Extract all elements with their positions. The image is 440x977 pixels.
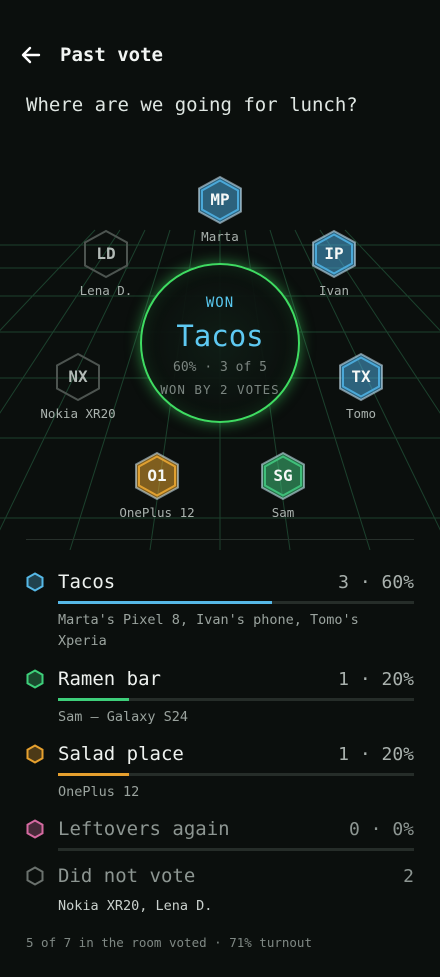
option-bar-fill xyxy=(58,601,272,604)
voter-ip[interactable]: IP Ivan xyxy=(294,229,374,298)
turnout-summary: 5 of 7 in the room voted · 71% turnout xyxy=(26,935,312,950)
option-count: 3 · 60% xyxy=(338,571,414,593)
voter-initials: SG xyxy=(273,466,293,485)
option-count: 0 · 0% xyxy=(348,818,414,840)
option-bar xyxy=(58,698,414,701)
voter-initials: O1 xyxy=(147,466,167,485)
hexagon-icon xyxy=(26,744,44,764)
voter-avatar: TX xyxy=(337,352,385,402)
hexagon-icon xyxy=(26,669,44,689)
voter-name: Nokia XR20 xyxy=(40,406,116,421)
option-row[interactable]: Salad place 1 · 20% OnePlus 12 xyxy=(26,742,414,803)
non-voters-count: 2 xyxy=(403,865,414,887)
option-bar-fill xyxy=(58,698,130,701)
voter-nx[interactable]: NX Nokia XR20 xyxy=(38,352,118,421)
option-bar-fill xyxy=(58,773,130,776)
voter-initials: IP xyxy=(324,244,344,263)
won-label: WON xyxy=(205,295,235,311)
hexagon-icon xyxy=(26,866,44,886)
option-voters: OnePlus 12 xyxy=(58,784,140,800)
voter-avatar: NX xyxy=(54,352,102,402)
non-voters-names: Nokia XR20, Lena D. xyxy=(58,898,213,914)
option-row[interactable]: Tacos 3 · 60% Marta's Pixel 8, Ivan's phon… xyxy=(26,570,414,652)
voter-avatar: LD xyxy=(82,229,130,279)
option-bar xyxy=(58,601,414,604)
voter-name: Sam xyxy=(271,505,295,520)
non-voters-label: Did not vote xyxy=(58,865,196,887)
option-row[interactable]: Ramen bar 1 · 20% Sam — Galaxy S24 xyxy=(26,667,414,728)
voter-name: Marta xyxy=(201,229,239,244)
option-count: 1 · 20% xyxy=(338,743,414,765)
voter-ld[interactable]: LD Lena D. xyxy=(66,229,146,298)
non-voters-row: Did not vote 2 Nokia XR20, Lena D. xyxy=(26,864,414,917)
option-name: Leftovers again xyxy=(58,818,230,840)
page-title: Past vote xyxy=(60,44,163,66)
voter-o1[interactable]: O1 OnePlus 12 xyxy=(117,451,197,520)
option-voters: Marta's Pixel 8, Ivan's phone, Tomo's Xp… xyxy=(58,612,359,649)
option-bar xyxy=(58,773,414,776)
voter-name: Lena D. xyxy=(79,283,133,298)
header: Past vote xyxy=(20,44,163,66)
winner-stats: 60% · 3 of 5 xyxy=(173,360,267,375)
winner-ring: WON Tacos 60% · 3 of 5 WON BY 2 VOTES xyxy=(140,263,300,423)
voter-name: Ivan xyxy=(318,283,350,298)
voter-avatar: O1 xyxy=(133,451,181,501)
voter-initials: NX xyxy=(68,367,88,386)
back-button[interactable] xyxy=(20,44,42,66)
hexagon-icon xyxy=(26,572,44,592)
option-name: Tacos xyxy=(58,571,116,593)
option-name: Salad place xyxy=(58,743,184,765)
voter-name: Tomo xyxy=(345,406,377,421)
option-voters: Sam — Galaxy S24 xyxy=(58,709,189,725)
option-row[interactable]: Leftovers again 0 · 0% xyxy=(26,817,414,851)
arrow-left-icon xyxy=(21,46,41,64)
voter-initials: MP xyxy=(210,190,230,209)
vote-question: Where are we going for lunch? xyxy=(26,94,358,116)
voter-avatar: IP xyxy=(310,229,358,279)
option-count: 1 · 20% xyxy=(338,668,414,690)
voter-initials: TX xyxy=(351,367,371,386)
voter-avatar: MP xyxy=(196,175,244,225)
vote-visualization: WON Tacos 60% · 3 of 5 WON BY 2 VOTES MP… xyxy=(0,150,440,550)
winner-name: Tacos xyxy=(176,319,264,353)
option-bar xyxy=(58,848,414,851)
option-name: Ramen bar xyxy=(58,668,161,690)
voter-sg[interactable]: SG Sam xyxy=(243,451,323,520)
divider xyxy=(26,539,414,540)
voter-tx[interactable]: TX Tomo xyxy=(321,352,401,421)
voter-avatar: SG xyxy=(259,451,307,501)
winner-margin: WON BY 2 VOTES xyxy=(160,382,280,397)
voter-name: OnePlus 12 xyxy=(119,505,195,520)
voter-initials: LD xyxy=(96,244,116,263)
hexagon-icon xyxy=(26,819,44,839)
voter-mp[interactable]: MP Marta xyxy=(180,175,260,244)
